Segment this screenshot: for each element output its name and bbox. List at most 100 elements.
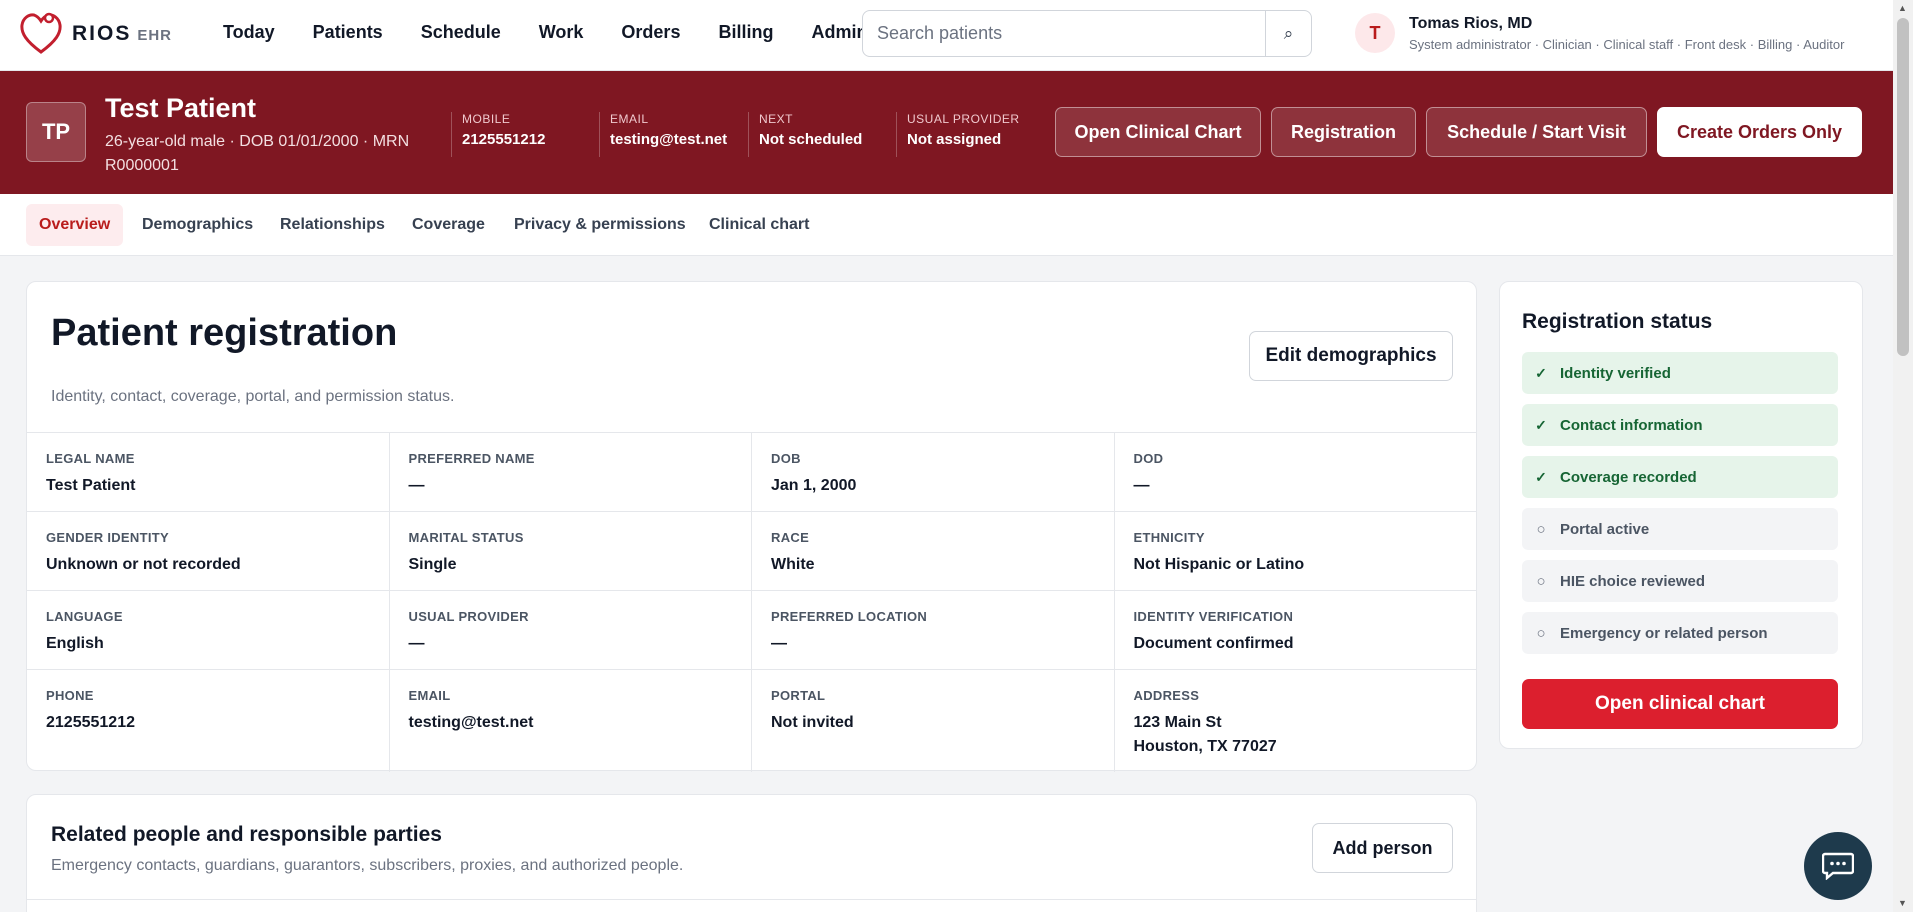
page-title: Patient registration <box>51 312 398 354</box>
field-cell: RACE White <box>752 512 1115 591</box>
field-value: — <box>1133 477 1150 494</box>
registration-status-card: Registration status ✓ Identity verified ✓ C… <box>1499 281 1863 749</box>
fact-next: NEXT Not scheduled <box>748 112 862 157</box>
search-icon[interactable]: ⌕ <box>1265 11 1311 56</box>
nav-schedule[interactable]: Schedule <box>421 22 501 43</box>
field-cell: PORTAL Not invited <box>752 670 1115 772</box>
tab-demographics[interactable]: Demographics <box>129 204 266 246</box>
tab-coverage[interactable]: Coverage <box>399 204 498 246</box>
field-cell: EMAIL testing@test.net <box>390 670 752 772</box>
brand[interactable]: RIOS EHR <box>20 12 172 56</box>
field-label: LEGAL NAME <box>46 451 135 466</box>
open-clinical-chart-button[interactable]: Open Clinical Chart <box>1055 107 1261 157</box>
field-cell: MARITAL STATUS Single <box>389 512 752 591</box>
fact-label: NEXT <box>759 112 794 126</box>
nav-work[interactable]: Work <box>539 22 584 43</box>
field-label: PREFERRED NAME <box>408 451 535 466</box>
main-nav: Today Patients Schedule Work Orders Bill… <box>223 22 863 43</box>
nav-today[interactable]: Today <box>223 22 275 43</box>
fact-email: EMAIL testing@test.net <box>599 112 727 157</box>
field-cell: ADDRESS 123 Main St Houston, TX 77027 <box>1115 670 1478 772</box>
status-item: ○ Emergency or related person <box>1522 612 1838 654</box>
status-label: Coverage recorded <box>1560 468 1697 486</box>
field-label: MARITAL STATUS <box>408 530 524 545</box>
field-cell: DOD — <box>1114 433 1477 512</box>
tab-overview[interactable]: Overview <box>26 204 124 246</box>
scroll-down-icon[interactable]: ▼ <box>1898 898 1907 908</box>
scroll-up-icon[interactable]: ▲ <box>1898 3 1907 13</box>
field-label: USUAL PROVIDER <box>408 609 529 624</box>
user-menu[interactable]: T Tomas Rios, MD System administrator · … <box>1355 13 1844 53</box>
patient-name: Test Patient <box>105 93 257 123</box>
field-label: EMAIL <box>408 688 451 703</box>
chat-button[interactable] <box>1804 832 1872 900</box>
field-cell: PREFERRED LOCATION — <box>752 591 1115 670</box>
status-item: ✓ Coverage recorded <box>1522 456 1838 498</box>
status-item: ✓ Identity verified <box>1522 352 1838 394</box>
brand-name: RIOS <box>72 22 132 45</box>
field-value: Test Patient <box>46 477 136 494</box>
field-label: GENDER IDENTITY <box>46 530 169 545</box>
field-value: White <box>771 556 815 573</box>
empty-circle-icon: ○ <box>1536 624 1546 642</box>
field-label: RACE <box>771 530 810 545</box>
empty-circle-icon: ○ <box>1536 520 1546 538</box>
field-label: DOD <box>1133 451 1164 466</box>
field-cell: PHONE 2125551212 <box>27 670 390 772</box>
empty-circle-icon: ○ <box>1536 572 1546 590</box>
search-input[interactable] <box>863 11 1265 56</box>
check-icon: ✓ <box>1535 364 1547 381</box>
field-value: — <box>408 477 425 494</box>
patient-avatar: TP <box>26 102 86 162</box>
field-value: — <box>771 635 787 652</box>
registration-button[interactable]: Registration <box>1271 107 1416 157</box>
tab-clinical-chart[interactable]: Clinical chart <box>696 204 822 246</box>
section-title: Related people and responsible parties <box>51 823 442 846</box>
field-cell: PREFERRED NAME — <box>389 433 752 512</box>
field-label: PHONE <box>46 688 94 703</box>
fact-label: EMAIL <box>610 112 649 126</box>
check-icon: ✓ <box>1535 468 1547 485</box>
add-person-button[interactable]: Add person <box>1312 823 1453 873</box>
status-label: Contact information <box>1560 416 1703 434</box>
fact-value: testing@test.net <box>610 131 728 148</box>
field-value: Not Hispanic or Latino <box>1133 556 1305 573</box>
status-title: Registration status <box>1522 310 1713 333</box>
field-value: Single <box>408 556 457 573</box>
edit-demographics-button[interactable]: Edit demographics <box>1249 331 1453 381</box>
registration-fields: LEGAL NAME Test Patient PREFERRED NAME — DOB… <box>27 432 1477 772</box>
field-value: — <box>408 635 425 652</box>
field-label: DOB <box>771 451 801 466</box>
scrollbar[interactable]: ▲ ▼ <box>1893 0 1913 912</box>
field-cell: USUAL PROVIDER — <box>389 591 752 670</box>
status-label: Portal active <box>1560 520 1650 538</box>
open-clinical-chart-cta[interactable]: Open clinical chart <box>1522 679 1838 729</box>
nav-billing[interactable]: Billing <box>718 22 773 43</box>
scrollbar-thumb[interactable] <box>1897 18 1909 356</box>
field-label: ETHNICITY <box>1133 530 1205 545</box>
fact-value: Not scheduled <box>759 131 863 148</box>
field-label: PORTAL <box>771 688 826 703</box>
field-label: LANGUAGE <box>46 609 123 624</box>
nav-patients[interactable]: Patients <box>313 22 383 43</box>
tab-relationships[interactable]: Relationships <box>267 204 398 246</box>
top-navigation: RIOS EHR Today Patients Schedule Work Ord… <box>0 0 1893 71</box>
schedule-start-visit-button[interactable]: Schedule / Start Visit <box>1426 107 1647 157</box>
create-orders-only-button[interactable]: Create Orders Only <box>1657 107 1862 157</box>
field-value: Not invited <box>771 714 854 731</box>
brand-sub: EHR <box>137 27 173 44</box>
section-subtitle: Emergency contacts, guardians, guarantor… <box>51 857 684 874</box>
nav-administration[interactable]: Administ <box>811 22 863 43</box>
patient-search: ⌕ <box>862 10 1312 57</box>
check-icon: ✓ <box>1535 416 1547 433</box>
user-name: Tomas Rios, MD <box>1409 15 1533 32</box>
fact-mobile: MOBILE 2125551212 <box>451 112 545 157</box>
status-item: ○ HIE choice reviewed <box>1522 560 1838 602</box>
tab-privacy-permissions[interactable]: Privacy & permissions <box>501 204 699 246</box>
fact-label: MOBILE <box>462 112 511 126</box>
nav-orders[interactable]: Orders <box>621 22 680 43</box>
patient-summary: 26-year-old male · DOB 01/01/2000 · MRN … <box>105 133 410 174</box>
page-subtitle: Identity, contact, coverage, portal, and… <box>51 388 455 405</box>
status-label: HIE choice reviewed <box>1560 572 1706 590</box>
fact-value: 2125551212 <box>462 131 546 148</box>
